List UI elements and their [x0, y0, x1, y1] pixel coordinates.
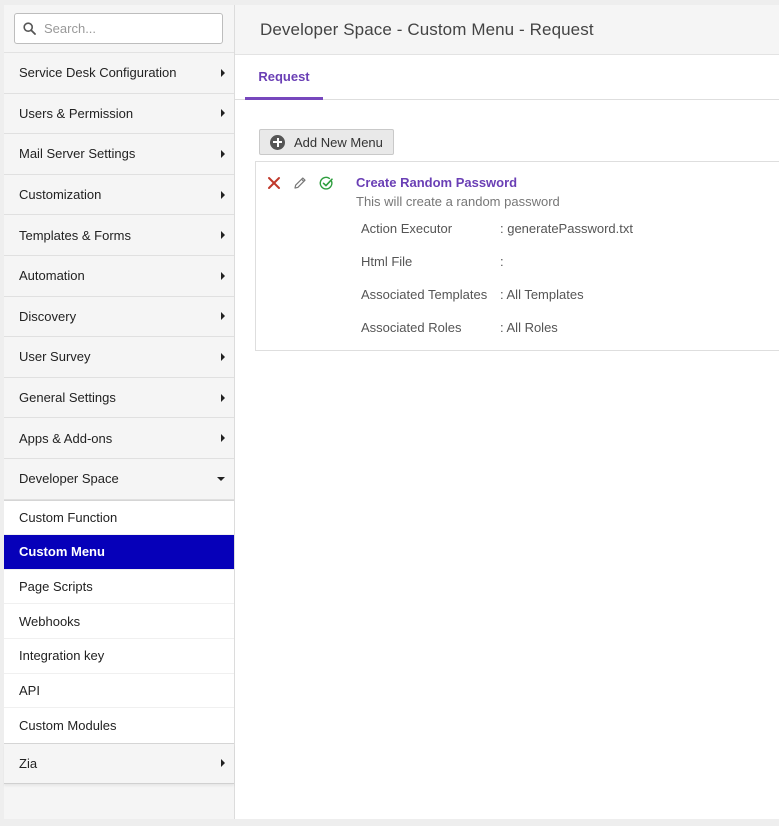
sidebar-item-mail-server-settings[interactable]: Mail Server Settings [4, 134, 234, 175]
chevron-down-icon [217, 476, 225, 481]
chevron-right-icon [221, 393, 225, 402]
property-row: Associated Roles : All Roles [361, 320, 633, 353]
chevron-right-icon [221, 190, 225, 199]
sidebar-item-label: Developer Space [19, 471, 119, 487]
sidebar-item-discovery[interactable]: Discovery [4, 296, 234, 338]
sidebar-item-users-permission[interactable]: Users & Permission [4, 93, 234, 135]
property-row: Associated Templates : All Templates [361, 287, 633, 320]
submenu-item-api[interactable]: API [4, 673, 234, 709]
chevron-right-icon [221, 759, 225, 768]
property-label: Action Executor [361, 221, 453, 236]
chevron-right-icon [221, 271, 225, 280]
check-circle-icon [319, 176, 333, 190]
property-label: Html File [361, 254, 413, 269]
property-row: Action Executor : generatePassword.txt [361, 221, 633, 254]
sidebar-item-apps-addons[interactable]: Apps & Add-ons [4, 418, 234, 459]
pencil-icon [294, 177, 306, 189]
sidebar-item-customization[interactable]: Customization [4, 174, 234, 216]
custom-menu-description: This will create a random password [356, 194, 560, 209]
chevron-right-icon [221, 68, 225, 77]
sidebar: Service Desk Configuration Users & Permis… [4, 5, 235, 819]
sidebar-item-label: Zia [19, 755, 38, 771]
sidebar-item-label: General Settings [19, 390, 116, 406]
sidebar-item-general-settings[interactable]: General Settings [4, 377, 234, 419]
page-header: Developer Space - Custom Menu - Request [235, 5, 779, 55]
submenu-item-custom-function[interactable]: Custom Function [4, 500, 234, 536]
property-row: Html File: [361, 254, 633, 287]
property-value: : All Roles [500, 320, 558, 335]
sidebar-item-label: Templates & Forms [19, 227, 131, 243]
sidebar-item-developer-space[interactable]: Developer Space [4, 458, 234, 500]
property-value: : All Templates [500, 287, 584, 302]
sidebar-item-label: Apps & Add-ons [19, 430, 113, 446]
sidebar-item-label: Service Desk Configuration [19, 65, 177, 81]
custom-menu-properties: Action Executor : generatePassword.txt Htm… [361, 221, 633, 353]
submenu-item-custom-menu[interactable]: Custom Menu [4, 535, 234, 570]
tab-bar: Request [235, 55, 779, 100]
submenu-item-page-scripts[interactable]: Page Scripts [4, 569, 234, 605]
search-box[interactable] [14, 13, 223, 44]
search-input[interactable] [44, 21, 204, 36]
delete-button[interactable] [265, 174, 283, 192]
chevron-right-icon [221, 149, 225, 158]
property-value: : generatePassword.txt [500, 221, 633, 236]
sidebar-item-label: Customization [19, 187, 102, 203]
close-icon [268, 177, 280, 189]
chevron-right-icon [221, 352, 225, 361]
add-new-menu-label: Add New Menu [294, 134, 383, 150]
property-value: : [500, 254, 504, 269]
submenu-item-custom-modules[interactable]: Custom Modules [4, 708, 234, 743]
chevron-right-icon [221, 231, 225, 240]
sidebar-item-label: Users & Permission [19, 105, 134, 121]
custom-menu-card: Create Random Password This will create … [255, 161, 779, 351]
tab-request[interactable]: Request [245, 55, 323, 100]
submenu-item-integration-key[interactable]: Integration key [4, 638, 234, 674]
chevron-right-icon [221, 312, 225, 321]
plus-circle-icon [270, 134, 285, 150]
custom-menu-title[interactable]: Create Random Password [356, 175, 517, 190]
sidebar-menu: Service Desk Configuration Users & Permis… [4, 53, 234, 459]
sidebar-item-service-desk-configuration[interactable]: Service Desk Configuration [4, 53, 234, 94]
sidebar-item-label: User Survey [19, 349, 91, 365]
sidebar-item-automation[interactable]: Automation [4, 255, 234, 297]
sidebar-item-label: Discovery [19, 308, 77, 324]
property-label: Associated Templates [361, 287, 488, 302]
sidebar-item-templates-forms[interactable]: Templates & Forms [4, 215, 234, 256]
search-container [4, 5, 234, 53]
property-label: Associated Roles [361, 320, 462, 335]
submenu-item-webhooks[interactable]: Webhooks [4, 604, 234, 639]
page-title: Developer Space - Custom Menu - Request [260, 19, 594, 39]
sidebar-item-user-survey[interactable]: User Survey [4, 337, 234, 378]
sidebar-item-label: Automation [19, 268, 85, 284]
chevron-right-icon [221, 434, 225, 443]
card-actions [265, 174, 343, 192]
developer-space-submenu: Custom Function Custom Menu Page Scripts We… [4, 499, 234, 744]
toggle-enabled-button[interactable] [317, 174, 335, 192]
chevron-right-icon [221, 109, 225, 118]
search-icon [23, 22, 36, 35]
add-new-menu-button[interactable]: Add New Menu [259, 129, 394, 155]
main-content: Developer Space - Custom Menu - Request … [235, 5, 779, 819]
sidebar-item-label: Mail Server Settings [19, 146, 136, 162]
sidebar-item-zia[interactable]: Zia [4, 743, 234, 785]
edit-button[interactable] [291, 174, 309, 192]
